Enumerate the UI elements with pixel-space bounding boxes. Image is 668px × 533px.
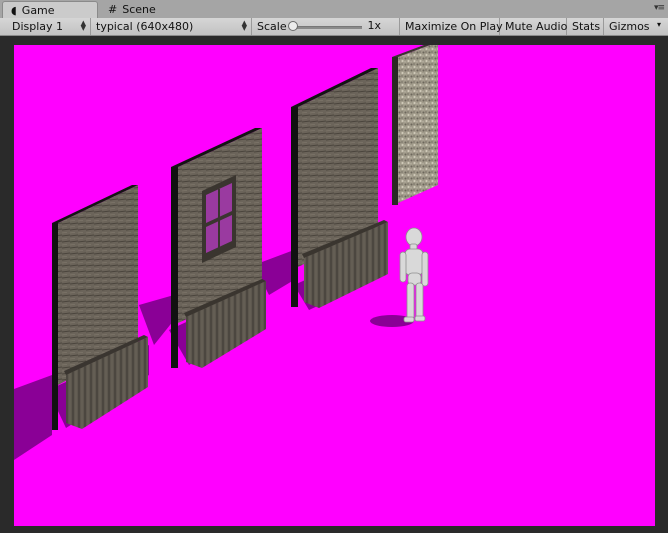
tab-bar: ◖ Game # Scene ▾≡ xyxy=(0,0,668,19)
tab-scene-label: Scene xyxy=(122,3,156,16)
scale-label: Scale xyxy=(257,20,287,33)
display-label: Display 1 xyxy=(12,20,64,33)
wooden-wall-1 xyxy=(52,185,148,430)
scale-control: Scale 1x xyxy=(252,18,400,35)
gizmos-label: Gizmos xyxy=(609,20,650,33)
dropdown-arrows-icon: ▲ ▼ xyxy=(241,19,247,32)
wooden-wall-3 xyxy=(291,68,388,308)
pacman-icon: ◖ xyxy=(11,3,17,17)
tab-menu-icon[interactable]: ▾≡ xyxy=(654,3,665,13)
mute-audio-label: Mute Audio xyxy=(505,20,568,33)
gizmos-dropdown[interactable]: Gizmos ▾ xyxy=(604,18,664,35)
stats-label: Stats xyxy=(572,20,601,33)
mannequin-character xyxy=(399,227,429,323)
tab-game[interactable]: ◖ Game xyxy=(2,1,98,18)
stone-panel xyxy=(392,45,438,205)
dropdown-arrows-icon: ▲ ▼ xyxy=(80,19,86,32)
display-dropdown[interactable]: Display 1 ▲ ▼ xyxy=(7,18,91,35)
mute-audio-toggle[interactable]: Mute Audio xyxy=(500,18,567,35)
scale-value: 1x xyxy=(367,19,381,32)
stats-toggle[interactable]: Stats xyxy=(567,18,604,35)
grid-icon: # xyxy=(108,3,118,16)
chevron-down-icon: ▾ xyxy=(656,20,661,29)
scale-slider-track[interactable] xyxy=(294,26,362,29)
tab-scene[interactable]: # Scene xyxy=(100,1,190,18)
maximize-on-play-label: Maximize On Play xyxy=(405,20,503,33)
scale-slider-thumb[interactable] xyxy=(288,21,298,31)
tab-game-label: Game xyxy=(21,3,55,17)
resolution-label: typical (640x480) xyxy=(96,20,194,33)
game-viewport[interactable] xyxy=(14,45,655,526)
resolution-dropdown[interactable]: typical (640x480) ▲ ▼ xyxy=(91,18,252,35)
maximize-on-play-toggle[interactable]: Maximize On Play xyxy=(400,18,503,35)
scene-render xyxy=(14,45,438,460)
game-toolbar: Display 1 ▲ ▼ typical (640x480) ▲ ▼ Scale … xyxy=(0,18,668,36)
